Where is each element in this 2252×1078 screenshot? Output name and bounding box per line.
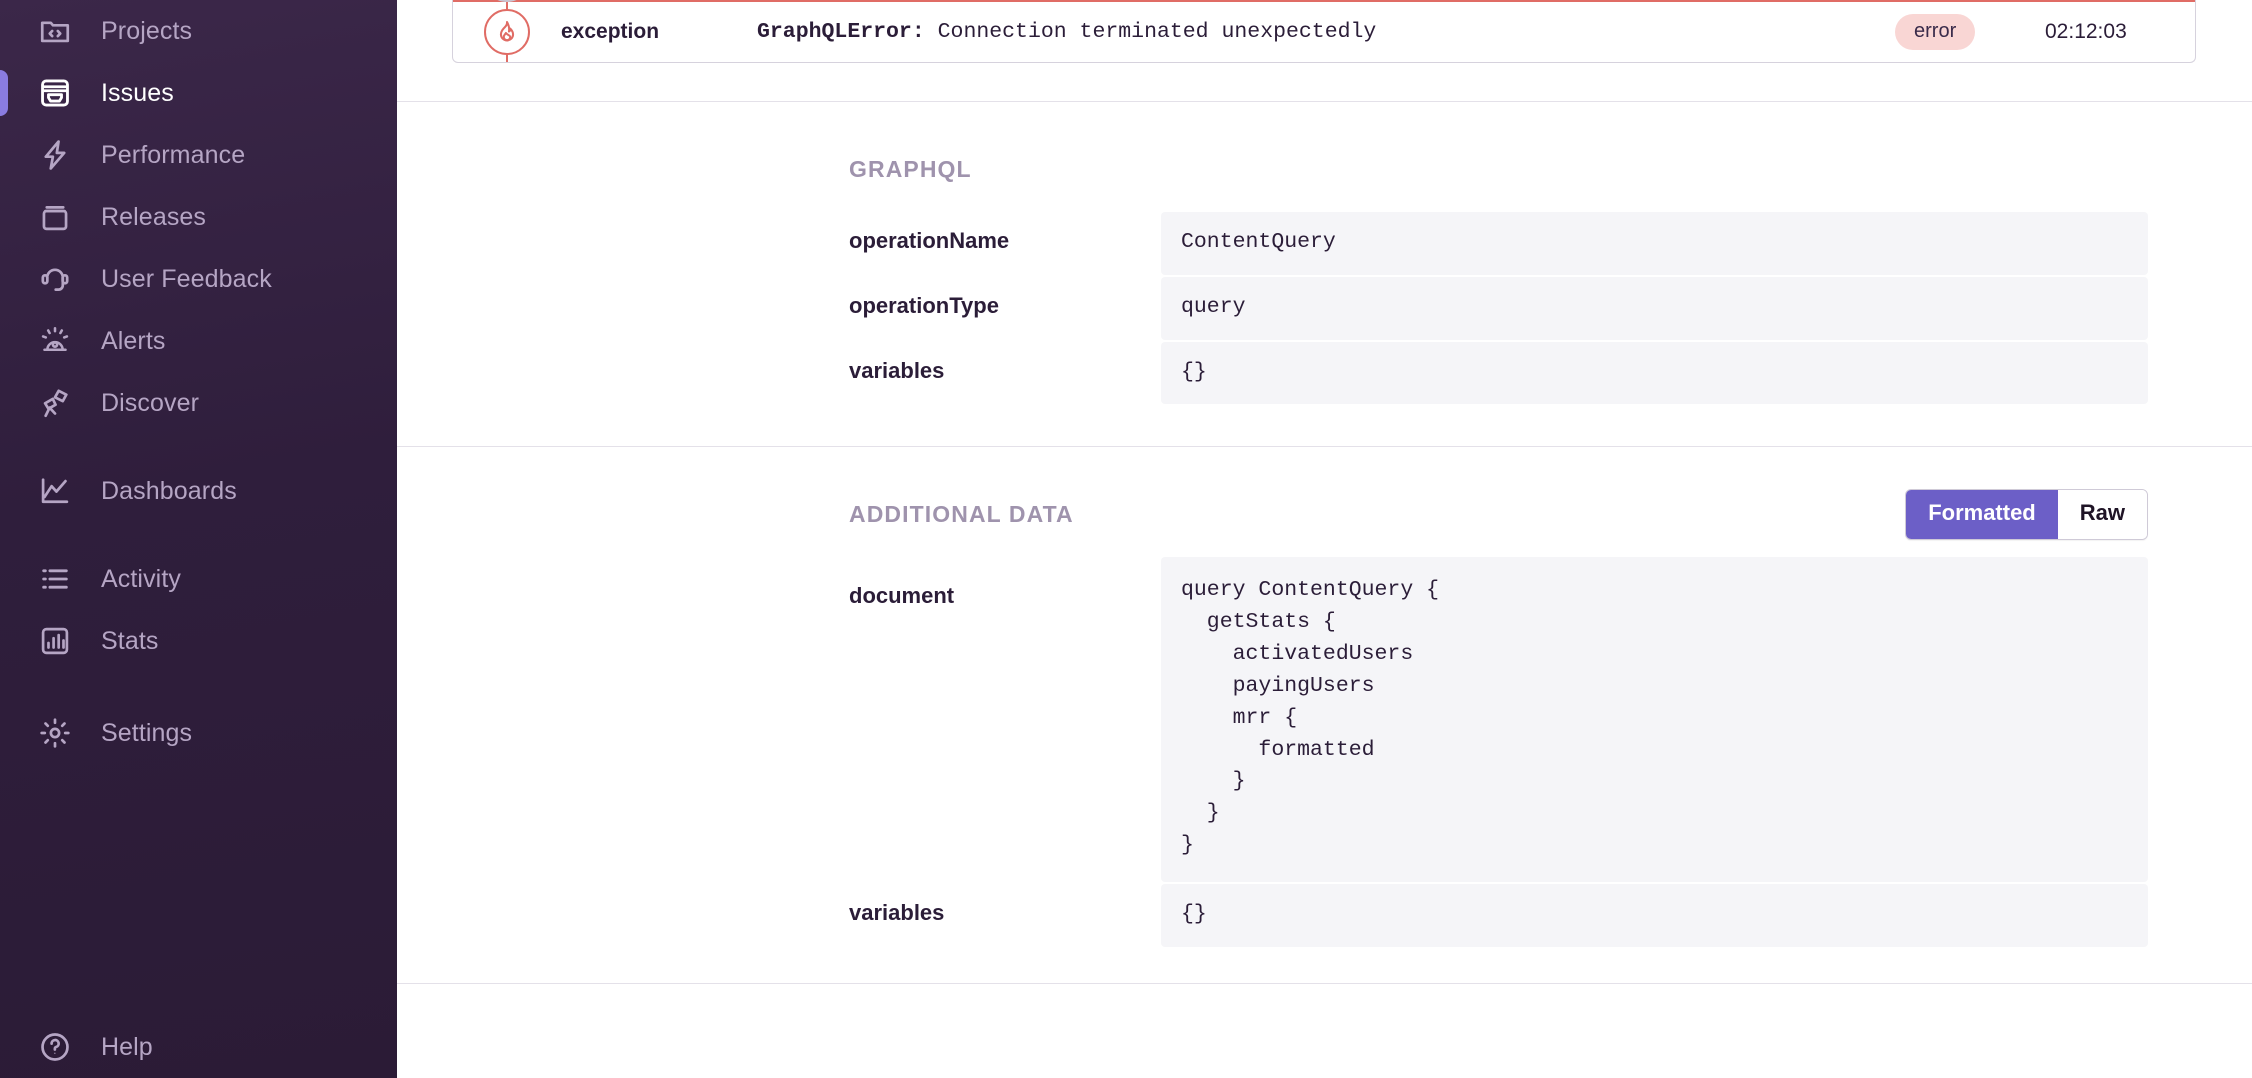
kv-key: operationName [849,212,1161,277]
table-row: variables {} [849,342,2148,407]
sidebar-item-label: User Feedback [101,265,272,294]
section-divider [397,983,2252,984]
additional-data-section-inner: ADDITIONAL DATA Formatted Raw document q… [397,487,2252,982]
dashboards-linechart-icon [34,470,76,512]
section-bottom-spacer [849,949,2148,983]
sidebar-item-alerts[interactable]: Alerts [0,310,397,372]
breadcrumb-row-exception[interactable]: exception GraphQLError: Connection termi… [453,0,2195,62]
issues-archive-icon [34,72,76,114]
kv-key: operationType [849,277,1161,342]
sidebar-item-label: Issues [101,79,174,108]
sidebar-item-projects[interactable]: Projects [0,0,397,62]
error-message-text: Connection terminated unexpectedly [925,20,1377,44]
sidebar-item-activity[interactable]: Activity [0,548,397,610]
app-root: Projects Issues Perfor [0,0,2252,1078]
format-toggle-group[interactable]: Formatted Raw [1905,489,2148,539]
kv-value[interactable]: {} [1161,342,2148,405]
projects-folder-code-icon [34,10,76,52]
sidebar-item-label: Releases [101,203,206,232]
sidebar-item-user-feedback[interactable]: User Feedback [0,248,397,310]
sidebar-divider-gap [0,434,397,460]
kv-key: document [849,557,1161,883]
formatted-toggle-button[interactable]: Formatted [1906,490,2058,538]
sidebar-item-label: Alerts [101,327,166,356]
sidebar-item-releases[interactable]: Releases [0,186,397,248]
breadcrumbs-card: execution-path getStats debug 02:12:03 [452,0,2196,63]
kv-value-code[interactable]: query ContentQuery { getStats { activate… [1161,557,2148,881]
breadcrumb-time: 02:12:03 [2045,20,2195,44]
help-question-circle-icon [34,1026,76,1068]
sidebar-help-wrapper: Help [0,1016,397,1078]
sidebar-item-label: Help [101,1033,153,1062]
kv-value[interactable]: query [1161,277,2148,340]
sidebar-item-stats[interactable]: Stats [0,610,397,672]
performance-lightning-icon [34,134,76,176]
raw-toggle-button[interactable]: Raw [2058,490,2147,538]
releases-stack-icon [34,196,76,238]
breadcrumb-type: exception [561,20,757,44]
table-row: operationName ContentQuery [849,212,2148,277]
sidebar-item-label: Settings [101,719,192,748]
primary-sidebar: Projects Issues Perfor [0,0,397,1078]
kv-key: variables [849,342,1161,407]
issue-detail-main: execution-path getStats debug 02:12:03 [397,0,2252,1078]
discover-telescope-icon [34,382,76,424]
breadcrumb-description: GraphQLError: Connection terminated unex… [757,20,1895,44]
sidebar-item-label: Performance [101,141,245,170]
sidebar-item-label: Activity [101,565,181,594]
additional-data-section-header: ADDITIONAL DATA Formatted Raw [849,487,2148,541]
table-row: document query ContentQuery { getStats {… [849,557,2148,883]
sidebar-item-discover[interactable]: Discover [0,372,397,434]
sidebar-item-issues[interactable]: Issues [0,62,397,124]
graphql-section-header: GRAPHQL [849,142,2148,196]
breadcrumb-level-cell: error [1895,14,2045,50]
sidebar-item-performance[interactable]: Performance [0,124,397,186]
sidebar-divider-gap-3 [0,672,397,702]
table-row: operationType query [849,277,2148,342]
additional-data-section: ADDITIONAL DATA Formatted Raw document q… [397,446,2252,982]
sidebar-item-label: Discover [101,389,199,418]
user-feedback-support-icon [34,258,76,300]
settings-gear-icon [34,712,76,754]
kv-value[interactable]: ContentQuery [1161,212,2148,275]
table-row: variables {} [849,884,2148,949]
graphql-section: GRAPHQL operationName ContentQuery opera… [397,101,2252,446]
sidebar-item-label: Stats [101,627,158,656]
error-type-label: GraphQLError: [757,20,925,44]
status-badge: error [1895,14,1975,50]
sidebar-item-help[interactable]: Help [0,1016,397,1078]
kv-value[interactable]: {} [1161,884,2148,947]
activity-list-icon [34,558,76,600]
stats-barchart-icon [34,620,76,662]
sidebar-item-label: Projects [101,17,192,46]
section-title: GRAPHQL [849,156,972,183]
section-bottom-spacer [849,406,2148,446]
sidebar-nav-list: Projects Issues Perfor [0,0,397,764]
alerts-siren-icon [34,320,76,362]
fire-flame-icon [484,9,530,55]
kv-key: variables [849,884,1161,949]
graphql-section-inner: GRAPHQL operationName ContentQuery opera… [397,142,2252,446]
sidebar-item-settings[interactable]: Settings [0,702,397,764]
additional-data-kv-table: document query ContentQuery { getStats {… [849,557,2148,948]
graphql-kv-table: operationName ContentQuery operationType… [849,212,2148,406]
breadcrumb-icon-cell [453,2,561,62]
sidebar-divider-gap-2 [0,522,397,548]
sidebar-item-label: Dashboards [101,477,237,506]
sidebar-item-dashboards[interactable]: Dashboards [0,460,397,522]
section-spacer [397,63,2252,101]
section-title: ADDITIONAL DATA [849,501,1074,528]
